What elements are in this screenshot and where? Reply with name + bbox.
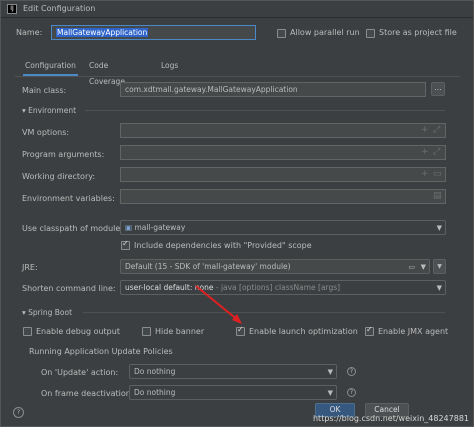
name-label: Name: xyxy=(16,28,43,37)
store-as-project-file-checkbox[interactable] xyxy=(366,29,375,38)
collapse-icon: ▾ xyxy=(22,106,26,115)
on-update-label: On 'Update' action: xyxy=(41,368,119,377)
edit-list-icon[interactable]: ▤ xyxy=(433,190,442,203)
vm-options-input[interactable]: + ⤢ xyxy=(120,123,446,138)
on-frame-deactivation-value: Do nothing xyxy=(134,388,176,397)
help-icon[interactable]: ? xyxy=(13,407,24,418)
on-update-value: Do nothing xyxy=(134,367,176,376)
chevron-down-icon: ▼ xyxy=(436,224,442,232)
help-icon[interactable]: ? xyxy=(347,388,356,397)
browse-main-class-button[interactable]: ... xyxy=(431,82,445,96)
plus-icon[interactable]: + xyxy=(421,146,429,159)
classpath-module-value: mall-gateway xyxy=(134,223,186,232)
plus-icon[interactable]: + xyxy=(421,168,429,181)
launch-optimization-label: Enable launch optimization xyxy=(249,327,358,336)
chevron-down-icon: ▼ xyxy=(420,263,426,271)
on-update-select[interactable]: Do nothing ▼ xyxy=(129,364,337,379)
classpath-module-select[interactable]: ▣ mall-gateway ▼ xyxy=(120,220,446,235)
on-frame-deactivation-label: On frame deactivation: xyxy=(41,389,134,398)
spring-boot-section[interactable]: ▾ Spring Boot xyxy=(22,308,72,317)
update-policies-label: Running Application Update Policies xyxy=(29,347,173,356)
chevron-down-icon: ▼ xyxy=(327,368,333,376)
store-as-project-file-label: Store as project file xyxy=(379,28,457,37)
vm-options-label: VM options: xyxy=(22,128,70,137)
program-arguments-label: Program arguments: xyxy=(22,150,105,159)
expand-icon[interactable]: ⤢ xyxy=(433,146,440,159)
environment-label: Environment xyxy=(28,106,77,115)
launch-optimization-checkbox[interactable] xyxy=(236,325,245,336)
jmx-agent-checkbox[interactable] xyxy=(365,325,374,336)
expand-icon[interactable]: ⤢ xyxy=(433,124,440,137)
working-directory-label: Working directory: xyxy=(22,172,96,181)
folder-icon[interactable]: ▭ xyxy=(433,168,442,181)
main-class-label: Main class: xyxy=(22,86,67,95)
main-class-value: com.xdtmall.gateway.MallGatewayApplicati… xyxy=(125,85,298,94)
tab-logs[interactable]: Logs xyxy=(159,58,180,76)
plus-icon[interactable]: + xyxy=(421,124,429,137)
chevron-down-icon: ▼ xyxy=(436,284,442,292)
jre-label: JRE: xyxy=(22,263,38,272)
chevron-down-icon: ▼ xyxy=(327,389,333,397)
collapse-icon: ▾ xyxy=(22,308,26,317)
spring-boot-divider xyxy=(83,312,445,313)
allow-parallel-checkbox[interactable] xyxy=(277,29,286,38)
edit-configuration-dialog: IJ Edit Configuration Name: MallGatewayA… xyxy=(0,0,474,427)
module-icon: ▣ xyxy=(125,223,133,232)
spring-boot-label: Spring Boot xyxy=(28,308,73,317)
folder-icon[interactable]: ▭ xyxy=(408,261,415,273)
jre-value: Default (15 - SDK of 'mall-gateway' modu… xyxy=(125,262,291,271)
include-provided-label: Include dependencies with "Provided" sco… xyxy=(134,241,312,250)
shorten-value-rest: - java [options] className [args] xyxy=(213,283,341,292)
name-value: MallGatewayApplication xyxy=(56,28,149,37)
window-title: Edit Configuration xyxy=(23,4,96,13)
title-bar: IJ Edit Configuration xyxy=(1,1,473,18)
debug-output-checkbox[interactable] xyxy=(23,327,32,336)
environment-variables-input[interactable]: ▤ xyxy=(120,189,446,204)
allow-parallel-label: Allow parallel run xyxy=(290,28,360,37)
shorten-command-line-label: Shorten command line: xyxy=(22,284,116,293)
debug-output-label: Enable debug output xyxy=(36,327,120,336)
hide-banner-label: Hide banner xyxy=(155,327,205,336)
jre-select[interactable]: Default (15 - SDK of 'mall-gateway' modu… xyxy=(120,259,430,274)
working-directory-input[interactable]: + ▭ xyxy=(120,167,446,182)
shorten-command-line-select[interactable]: user-local default: none - java [options… xyxy=(120,280,446,295)
tab-code-coverage[interactable]: Code Coverage xyxy=(87,58,127,86)
environment-divider xyxy=(85,110,445,111)
watermark-text: https://blog.csdn.net/weixin_48247881 xyxy=(312,414,469,423)
help-icon[interactable]: ? xyxy=(347,367,356,376)
jmx-agent-label: Enable JMX agent xyxy=(378,327,449,336)
environment-variables-label: Environment variables: xyxy=(22,194,115,203)
shorten-value-bold: user-local default: none xyxy=(125,283,214,292)
name-input[interactable]: MallGatewayApplication xyxy=(51,25,256,40)
intellij-icon: IJ xyxy=(7,4,17,14)
on-frame-deactivation-select[interactable]: Do nothing ▼ xyxy=(129,385,337,400)
classpath-module-label: Use classpath of module: xyxy=(22,224,124,233)
main-class-input[interactable]: com.xdtmall.gateway.MallGatewayApplicati… xyxy=(120,82,426,97)
hide-banner-checkbox[interactable] xyxy=(142,327,151,336)
tab-configuration[interactable]: Configuration xyxy=(23,58,78,76)
include-provided-checkbox[interactable] xyxy=(121,239,130,250)
jre-dropdown-button[interactable]: ▼ xyxy=(433,259,446,274)
environment-section[interactable]: ▾ Environment xyxy=(22,106,76,115)
program-arguments-input[interactable]: + ⤢ xyxy=(120,145,446,160)
